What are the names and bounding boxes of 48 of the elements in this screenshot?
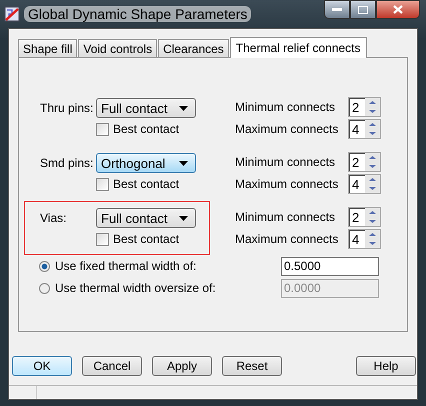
- caret-icon: [179, 216, 188, 220]
- dialog-button[interactable]: Apply: [152, 356, 212, 376]
- spin-field[interactable]: 2: [349, 208, 365, 226]
- spin-label: Minimum connects: [235, 100, 336, 114]
- radio-button[interactable]: [39, 260, 50, 272]
- spin-field[interactable]: 4: [349, 230, 365, 248]
- spin-label: Maximum connects: [235, 177, 340, 191]
- dropdown[interactable]: Full contact: [96, 98, 196, 118]
- spin-label: Maximum connects: [235, 232, 340, 246]
- checkbox-label: Best contact: [113, 122, 180, 136]
- field-label: Vias:: [40, 211, 68, 225]
- checkbox-label: Best contact: [113, 177, 180, 191]
- window-title: Global Dynamic Shape Parameters: [24, 6, 252, 22]
- spin-field[interactable]: 4: [349, 175, 365, 193]
- field-label: Smd pins:: [40, 156, 94, 170]
- spin-field[interactable]: 2: [349, 98, 365, 116]
- help-button[interactable]: Help: [356, 356, 416, 376]
- tab[interactable]: Shape fill: [18, 39, 78, 57]
- spin-field[interactable]: 4: [349, 120, 365, 138]
- dialog-button[interactable]: OK: [12, 356, 72, 376]
- app-icon: [4, 6, 20, 22]
- minimize-icon: [332, 8, 342, 12]
- maximize-icon: [358, 6, 368, 14]
- radio-label: Use thermal width oversize of:: [55, 281, 217, 295]
- caret-icon: [179, 106, 188, 110]
- checkbox-label: Best contact: [113, 232, 180, 246]
- spin-label: Minimum connects: [235, 155, 336, 169]
- checkbox[interactable]: [96, 122, 109, 136]
- close-button[interactable]: [376, 0, 420, 19]
- spin-label: Minimum connects: [235, 210, 336, 224]
- checkbox[interactable]: [96, 178, 109, 190]
- dialog-button[interactable]: Cancel: [82, 356, 142, 376]
- spin-label: Maximum connects: [235, 122, 340, 136]
- tab[interactable]: Clearances: [158, 39, 229, 57]
- caret-icon: [179, 160, 188, 166]
- dropdown[interactable]: Full contact: [96, 208, 196, 228]
- field-label: Thru pins:: [40, 101, 94, 115]
- checkbox[interactable]: [96, 232, 109, 246]
- spin-field[interactable]: 2: [349, 153, 365, 171]
- input-field[interactable]: 0.5000: [281, 256, 379, 276]
- tab[interactable]: Thermal relief connects: [230, 37, 367, 58]
- minimize-button[interactable]: [324, 0, 350, 19]
- tab[interactable]: Void controls: [78, 39, 158, 57]
- close-icon: [393, 5, 403, 14]
- radio-label: Use fixed thermal width of:: [55, 259, 198, 273]
- dropdown[interactable]: Orthogonal: [96, 153, 196, 173]
- maximize-button[interactable]: [350, 0, 376, 19]
- dialog-button[interactable]: Reset: [222, 356, 282, 376]
